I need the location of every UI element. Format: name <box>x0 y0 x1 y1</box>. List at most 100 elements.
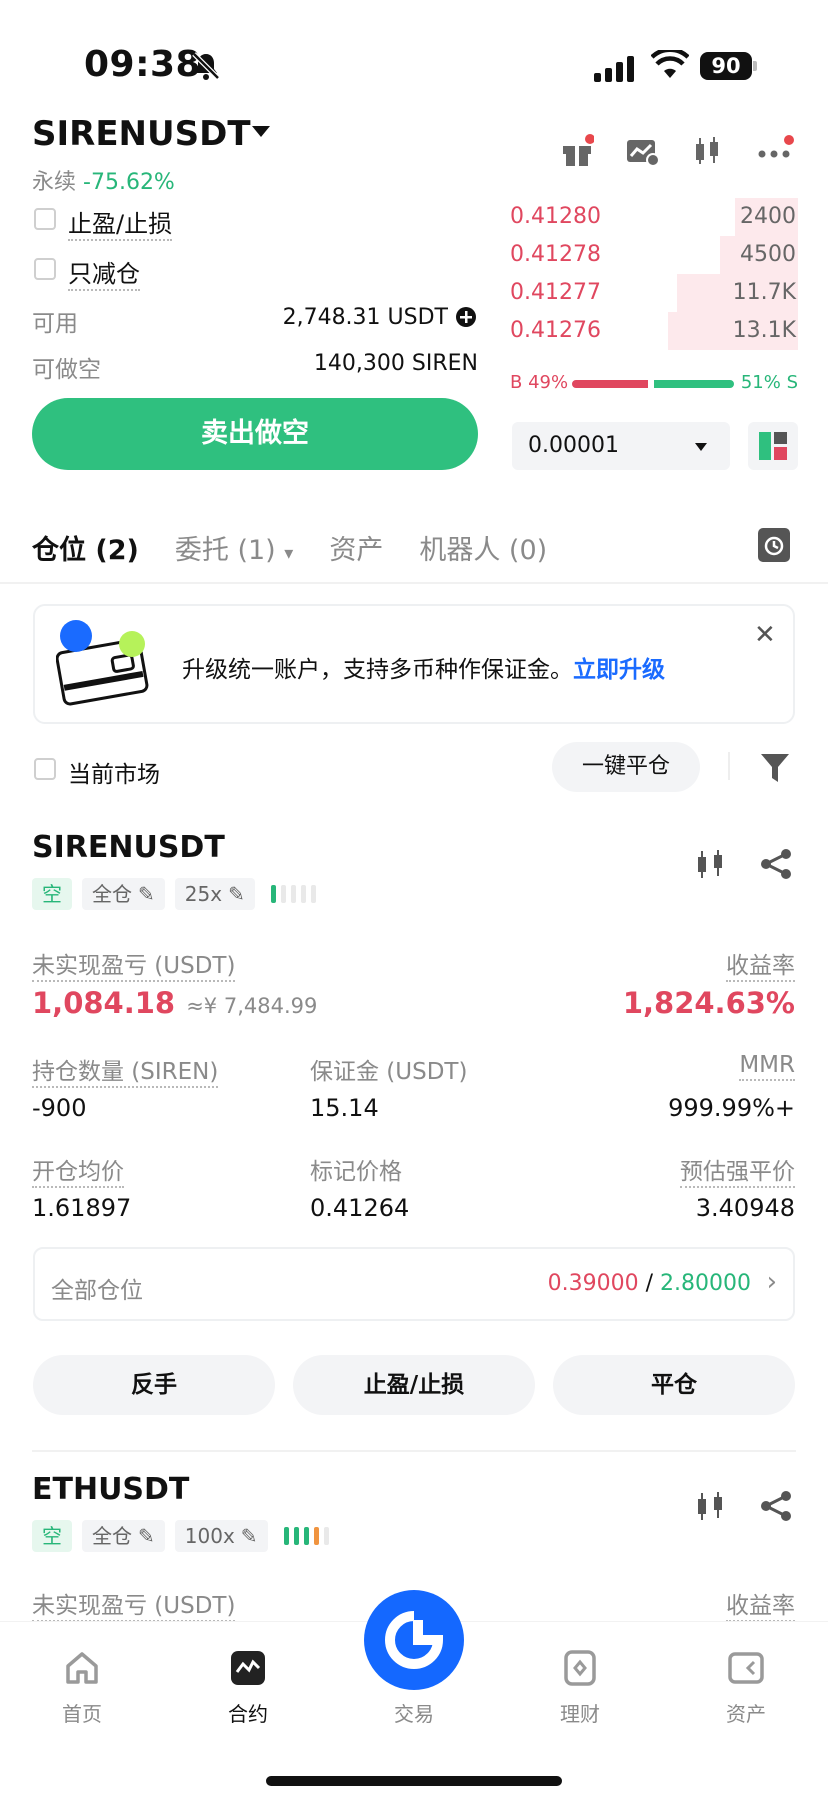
current-market-label: 当前市场 <box>68 762 160 788</box>
margin-value: 15.14 <box>310 1094 379 1122</box>
margin-label: 保证金 (USDT) <box>310 1059 468 1085</box>
margin-mode-tag[interactable]: 全仓 ✎ <box>82 1520 165 1552</box>
margin-mode-tag[interactable]: 全仓 ✎ <box>82 878 165 910</box>
wifi-icon <box>651 50 689 78</box>
side-badge: 空 <box>32 1520 72 1552</box>
leverage-tag[interactable]: 25x ✎ <box>174 878 255 910</box>
position-symbol[interactable]: SIRENUSDT <box>32 830 225 865</box>
sl-price: 2.80000 <box>660 1271 751 1296</box>
nav-label: 交易 <box>394 1702 434 1726</box>
position-tabs: 仓位 (2) 委托 (1) ▾ 资产 机器人 (0) <box>32 528 547 567</box>
ask-quantity: 13.1K <box>732 318 796 343</box>
tab-positions[interactable]: 仓位 (2) <box>32 528 139 567</box>
nav-assets[interactable]: 资产 <box>696 1650 796 1727</box>
ask-price: 0.41278 <box>510 242 601 267</box>
unrealized-pnl-value: 1,084.18 <box>32 986 176 1020</box>
banner-text: 升级统一账户，支持多币种作保证金。 <box>182 657 573 683</box>
ask-quantity: 4500 <box>740 242 796 267</box>
sell-ratio-bar <box>654 380 734 388</box>
tab-assets[interactable]: 资产 <box>329 528 383 567</box>
position-tags: 空 全仓 ✎ 100x ✎ <box>32 1520 329 1552</box>
wallet-icon <box>728 1652 764 1684</box>
mmr-value: 999.99%+ <box>668 1094 795 1122</box>
perp-label: 永续 <box>32 170 77 195</box>
roe-value: 1,824.63% <box>622 986 795 1020</box>
leverage-tag[interactable]: 100x ✎ <box>174 1520 268 1552</box>
divider <box>32 1450 796 1452</box>
order-book-row[interactable]: 0.41277 11.7K <box>510 274 798 312</box>
ask-price: 0.41277 <box>510 280 601 305</box>
tp-sl-button[interactable]: 止盈/止损 <box>293 1355 535 1415</box>
upgrade-link[interactable]: 立即升级 <box>573 657 665 683</box>
tp-sl-label: 止盈/止损 <box>68 204 173 241</box>
battery-cap <box>753 61 757 71</box>
sell-short-button[interactable]: 卖出做空 <box>32 398 478 470</box>
close-all-button[interactable]: 一键平仓 <box>552 742 700 792</box>
all-positions-tpsl-row[interactable]: 全部仓位 0.39000 / 2.80000 › <box>33 1247 795 1321</box>
add-circle-icon[interactable] <box>455 306 477 328</box>
history-icon[interactable] <box>758 528 790 562</box>
close-icon[interactable]: ✕ <box>754 620 776 650</box>
layout-icon <box>759 432 787 460</box>
contract-type: 永续 -75.62% <box>32 164 175 196</box>
futures-icon <box>231 1651 265 1685</box>
earn-icon <box>564 1650 596 1686</box>
bell-muted-icon <box>192 52 220 80</box>
unrealized-pnl-cny: ≈¥ 7,484.99 <box>186 994 318 1018</box>
edit-icon: ✎ <box>138 882 155 906</box>
roe-label: 收益率 <box>726 946 795 982</box>
gift-icon[interactable] <box>560 134 594 168</box>
current-market-checkbox[interactable] <box>34 758 56 780</box>
side-badge: 空 <box>32 878 72 910</box>
close-position-button[interactable]: 平仓 <box>553 1355 795 1415</box>
share-icon[interactable] <box>760 848 792 880</box>
chevron-down-icon <box>695 443 707 451</box>
edit-icon: ✎ <box>138 1524 155 1548</box>
edit-icon: ✎ <box>228 882 245 906</box>
risk-meter <box>270 885 316 903</box>
reduce-only-checkbox[interactable] <box>34 258 56 280</box>
more-icon[interactable] <box>756 134 796 168</box>
candlestick-icon[interactable] <box>690 134 724 168</box>
ask-quantity: 2400 <box>740 204 796 229</box>
candlestick-icon[interactable] <box>694 1490 728 1522</box>
chevron-down-icon[interactable] <box>252 126 270 137</box>
chart-compare-icon[interactable] <box>625 136 661 168</box>
tp-sl-checkbox[interactable] <box>34 208 56 230</box>
tab-bots[interactable]: 机器人 (0) <box>419 528 547 567</box>
ask-price: 0.41276 <box>510 318 601 343</box>
order-book-row[interactable]: 0.41276 13.1K <box>510 312 798 350</box>
size-value: -900 <box>32 1094 87 1122</box>
position-symbol[interactable]: ETHUSDT <box>32 1472 189 1507</box>
nav-earn[interactable]: 理财 <box>530 1650 630 1727</box>
nav-futures[interactable]: 合约 <box>198 1650 298 1727</box>
order-book-row[interactable]: 0.41278 4500 <box>510 236 798 274</box>
candlestick-icon[interactable] <box>694 848 728 880</box>
filter-icon[interactable] <box>760 752 790 784</box>
tick-size-select[interactable]: 0.00001 <box>512 422 730 470</box>
entry-price-label: 开仓均价 <box>32 1152 124 1188</box>
reverse-button[interactable]: 反手 <box>33 1355 275 1415</box>
sell-ratio: 51% S <box>740 372 798 393</box>
home-icon <box>66 1652 98 1684</box>
available-label: 可用 <box>32 311 78 337</box>
tp-price: 0.39000 <box>547 1271 639 1296</box>
all-positions-label: 全部仓位 <box>51 1278 143 1304</box>
unrealized-pnl-label: 未实现盈亏 (USDT) <box>32 1586 236 1622</box>
order-book-row[interactable]: 0.41280 2400 <box>510 198 798 236</box>
available-value: 2,748.31 USDT <box>282 305 448 330</box>
status-time: 09:38 <box>84 44 202 85</box>
tp-sl-prices: 0.39000 / 2.80000 <box>547 1271 751 1296</box>
nav-home[interactable]: 首页 <box>32 1650 132 1727</box>
tab-orders[interactable]: 委托 (1) ▾ <box>175 528 293 567</box>
share-icon[interactable] <box>760 1490 792 1522</box>
pair-title[interactable]: SIRENUSDT <box>32 114 251 154</box>
battery-indicator: 90 <box>700 52 752 80</box>
risk-meter <box>283 1527 329 1545</box>
divider <box>728 752 730 780</box>
nav-trade[interactable]: 交易 <box>364 1650 464 1727</box>
divider <box>0 582 828 584</box>
orderbook-layout-button[interactable] <box>748 422 798 470</box>
nav-label: 首页 <box>62 1702 102 1726</box>
price-change: -75.62% <box>83 170 175 195</box>
